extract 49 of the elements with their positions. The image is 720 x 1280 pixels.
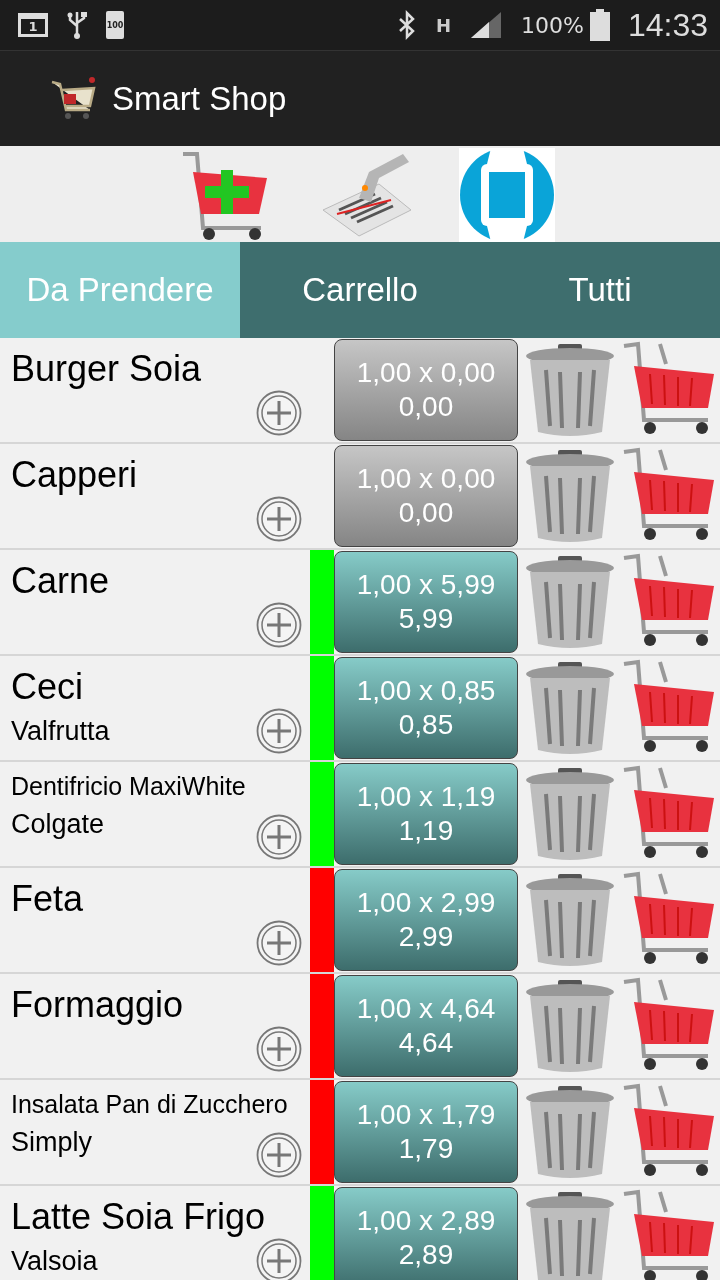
price-button[interactable]: 1,00 x 4,64 4,64 bbox=[334, 975, 518, 1077]
item-name: Capperi bbox=[11, 454, 138, 496]
trash-icon[interactable] bbox=[524, 1084, 616, 1180]
price-button[interactable]: 1,00 x 0,85 0,85 bbox=[334, 657, 518, 759]
calendar-icon: 1 bbox=[18, 13, 48, 37]
trash-icon[interactable] bbox=[524, 766, 616, 862]
price-button[interactable]: 1,00 x 1,79 1,79 bbox=[334, 1081, 518, 1183]
trash-icon[interactable] bbox=[524, 872, 616, 968]
item-name: Burger Soia bbox=[11, 348, 202, 390]
trash-icon[interactable] bbox=[524, 1190, 616, 1280]
add-circle-icon[interactable] bbox=[256, 602, 302, 648]
app-title: Smart Shop bbox=[112, 79, 287, 118]
add-circle-icon[interactable] bbox=[256, 1132, 302, 1178]
item-name: Ceci bbox=[11, 666, 84, 708]
item-name: Feta bbox=[11, 878, 84, 920]
item-name: Latte Soia Frigo bbox=[11, 1196, 266, 1238]
clock: 14:33 bbox=[627, 6, 708, 44]
price-button[interactable]: 1,00 x 0,00 0,00 bbox=[334, 445, 518, 547]
add-circle-icon[interactable] bbox=[256, 708, 302, 754]
price-button[interactable]: 1,00 x 2,89 2,89 bbox=[334, 1187, 518, 1280]
item-brand: Simply bbox=[11, 1127, 92, 1158]
add-circle-icon[interactable] bbox=[256, 496, 302, 542]
trash-icon[interactable] bbox=[524, 660, 616, 756]
item-name: Formaggio bbox=[11, 984, 184, 1026]
add-circle-icon[interactable] bbox=[256, 814, 302, 860]
trash-icon[interactable] bbox=[524, 448, 616, 544]
signal-icon bbox=[469, 10, 503, 40]
trash-icon[interactable] bbox=[524, 554, 616, 650]
item-brand: Valfrutta bbox=[11, 716, 110, 747]
item-brand: Valsoia bbox=[11, 1246, 98, 1277]
item-brand: Colgate bbox=[11, 809, 105, 840]
price-button[interactable]: 1,00 x 1,19 1,19 bbox=[334, 763, 518, 865]
trash-icon[interactable] bbox=[524, 978, 616, 1074]
usb-icon bbox=[66, 10, 88, 40]
add-circle-icon[interactable] bbox=[256, 390, 302, 436]
battery-icon bbox=[589, 9, 610, 41]
price-button[interactable]: 1,00 x 2,99 2,99 bbox=[334, 869, 518, 971]
battery-icon: 100 bbox=[106, 11, 124, 39]
add-circle-icon[interactable] bbox=[256, 920, 302, 966]
network-type: H bbox=[435, 14, 451, 36]
item-name: Insalata Pan di Zucchero bbox=[11, 1090, 288, 1119]
price-button[interactable]: 1,00 x 0,00 0,00 bbox=[334, 339, 518, 441]
battery-percent: 100% bbox=[521, 12, 584, 38]
item-name: Dentifricio MaxiWhite bbox=[11, 772, 246, 801]
trash-icon[interactable] bbox=[524, 342, 616, 438]
add-circle-icon[interactable] bbox=[256, 1026, 302, 1072]
item-name: Carne bbox=[11, 560, 110, 602]
price-button[interactable]: 1,00 x 5,99 5,99 bbox=[334, 551, 518, 653]
watch-icon[interactable] bbox=[459, 148, 555, 242]
